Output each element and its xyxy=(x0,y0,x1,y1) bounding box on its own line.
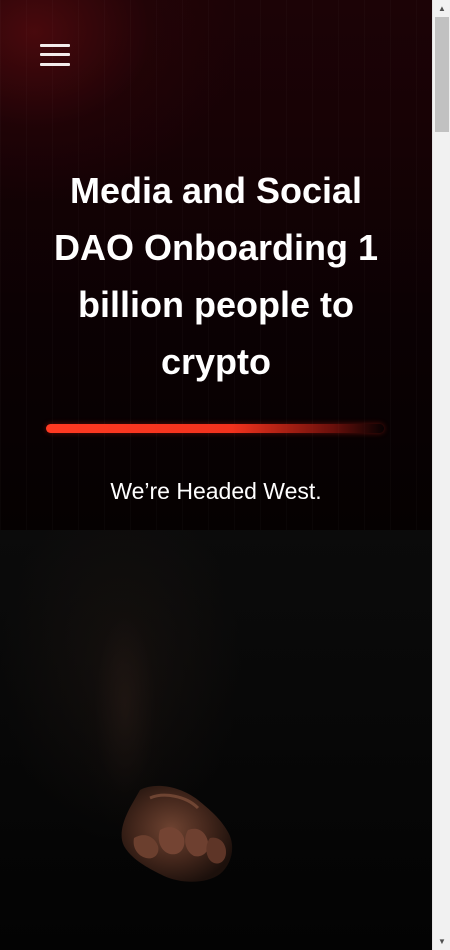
hero-subtitle: We’re Headed West. xyxy=(110,478,322,504)
page: Media and Social DAO Onboarding 1 billio… xyxy=(0,0,432,950)
fist-image xyxy=(121,785,233,882)
scrollbar-thumb[interactable] xyxy=(435,17,449,132)
hamburger-menu-button[interactable] xyxy=(40,44,70,66)
hamburger-menu-icon-bar xyxy=(40,63,70,66)
vertical-scrollbar[interactable]: ▲ ▼ xyxy=(432,0,450,950)
scroll-up-arrow-icon[interactable]: ▲ xyxy=(433,0,450,17)
hamburger-menu-icon-bar xyxy=(40,53,70,56)
browser-viewport: Media and Social DAO Onboarding 1 billio… xyxy=(0,0,450,950)
hamburger-menu-icon-bar xyxy=(40,44,70,47)
hero-title: Media and Social DAO Onboarding 1 billio… xyxy=(54,170,378,382)
hero-section: Media and Social DAO Onboarding 1 billio… xyxy=(0,0,432,530)
hero-image-fist xyxy=(0,530,432,950)
accent-divider-line xyxy=(46,424,384,433)
scroll-down-arrow-icon[interactable]: ▼ xyxy=(433,933,450,950)
